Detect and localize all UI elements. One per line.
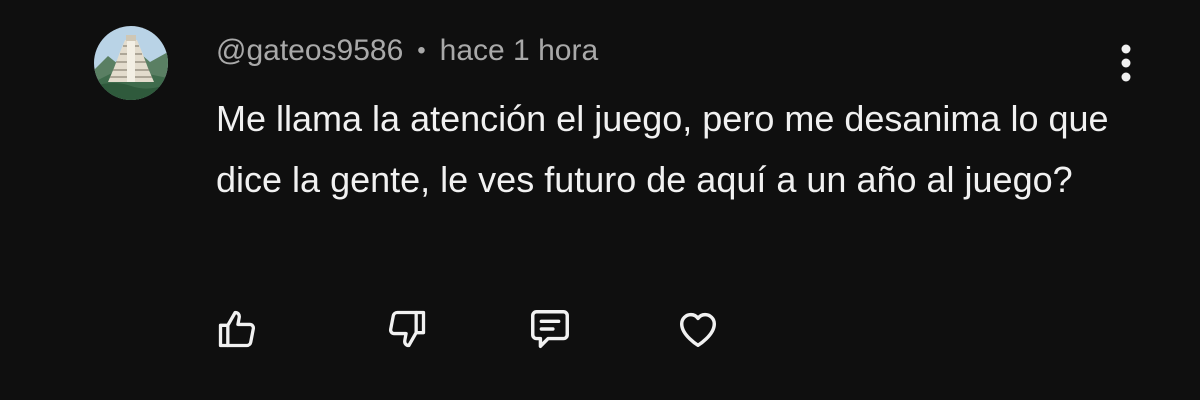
pyramid-avatar-icon	[94, 26, 168, 100]
more-options-button[interactable]	[1108, 40, 1144, 86]
comment-header: @gateos9586 • hace 1 hora	[216, 28, 598, 74]
more-vertical-icon	[1121, 44, 1131, 82]
heart-icon	[679, 312, 717, 348]
timestamp[interactable]: hace 1 hora	[440, 34, 598, 68]
reply-button[interactable]	[526, 305, 574, 353]
comment-actions	[0, 305, 1200, 355]
separator-dot: •	[417, 37, 426, 64]
heart-button[interactable]	[674, 305, 722, 353]
comment-text: Me llama la atención el juego, pero me d…	[216, 98, 1109, 200]
thumbs-down-icon	[388, 310, 426, 348]
dislike-button[interactable]	[383, 305, 431, 353]
comment-item: @gateos9586 • hace 1 hora Me llama la at…	[0, 0, 1200, 400]
avatar[interactable]	[94, 26, 168, 100]
author-name[interactable]: @gateos9586	[216, 34, 403, 68]
like-button[interactable]	[213, 305, 261, 353]
comment-reply-icon	[531, 310, 569, 348]
thumbs-up-icon	[218, 310, 256, 348]
